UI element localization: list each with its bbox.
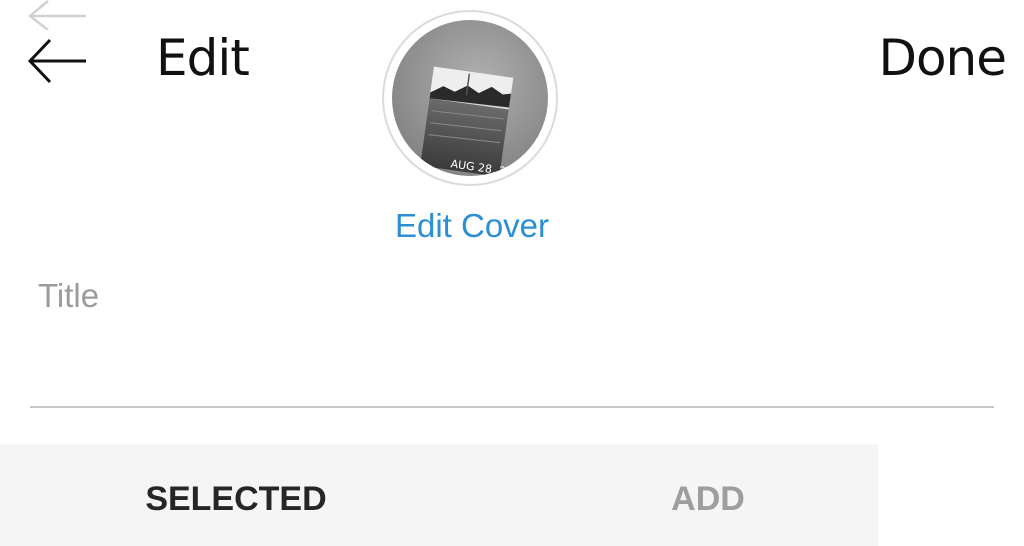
title-input[interactable]	[30, 270, 994, 408]
cover-avatar[interactable]: AUG 28, 20	[382, 10, 558, 186]
arrow-left-icon	[27, 38, 86, 84]
back-button[interactable]	[22, 28, 92, 90]
cover-photo: AUG 28, 20	[392, 20, 548, 176]
tab-bar: SELECTED ADD	[0, 444, 878, 546]
tab-selected[interactable]: SELECTED	[0, 444, 472, 546]
tab-add[interactable]: ADD	[472, 444, 944, 546]
edit-cover-link[interactable]: Edit Cover	[0, 204, 944, 248]
arrow-left-icon	[28, 0, 86, 30]
edit-highlight-screen: Edit Done AUG 28, 20 Edit Cover Title SE…	[0, 0, 1024, 546]
page-title: Edit	[156, 29, 250, 87]
done-button[interactable]: Done	[878, 28, 1007, 88]
